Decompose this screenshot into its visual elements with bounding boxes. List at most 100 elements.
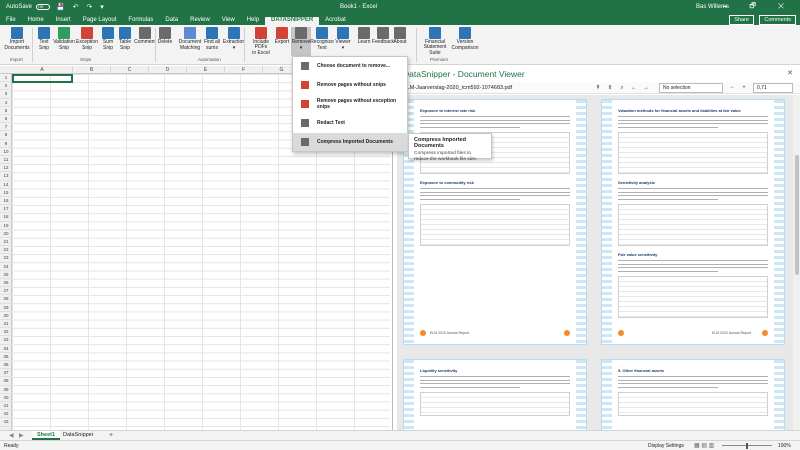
row-header[interactable]: 39	[0, 386, 12, 394]
row-header[interactable]: 40	[0, 394, 12, 402]
menu-tab-review[interactable]: Review	[184, 17, 216, 25]
zoom-level-input[interactable]: 0,71	[753, 83, 793, 93]
sheet-tab-datasnipper[interactable]: DataSnipper	[58, 431, 99, 440]
ribbon-button-exception[interactable]: Exception Snip	[76, 27, 98, 56]
pdf-page[interactable]: Liquidity sensitivity	[403, 359, 587, 440]
row-header[interactable]: 17	[0, 205, 12, 214]
ribbon-button-validation[interactable]: Validation Snip	[53, 27, 75, 56]
viewer-scrollbar[interactable]	[793, 95, 800, 440]
zoom-out-icon[interactable]: −	[727, 84, 737, 92]
row-header[interactable]: 43	[0, 418, 12, 427]
ribbon-button-sum[interactable]: Sum Snip	[100, 27, 116, 56]
ribbon-button-viewer[interactable]: Viewer ▾	[334, 27, 352, 56]
page-down-icon[interactable]: ⇟	[605, 84, 615, 92]
row-header[interactable]: 36	[0, 361, 12, 370]
row-header[interactable]: 20	[0, 230, 12, 238]
page-up-icon[interactable]: ⇞	[593, 84, 603, 92]
row-header[interactable]: 7	[0, 123, 12, 132]
close-icon[interactable]: ✕	[787, 69, 793, 77]
row-header[interactable]: 10	[0, 148, 12, 156]
menu-tab-datasnipper[interactable]: DATASNIPPER	[265, 17, 320, 25]
menu-tab-acrobat[interactable]: Acrobat	[319, 17, 352, 25]
viewer-scroll-thumb[interactable]	[795, 155, 799, 275]
ribbon-button-about[interactable]: About	[393, 27, 407, 56]
row-header[interactable]: 16	[0, 197, 12, 206]
column-header-f[interactable]: F	[225, 66, 263, 74]
autosave-toggle[interactable]: Off	[36, 4, 51, 10]
pdf-page[interactable]: Valuation methods for financial assets a…	[601, 99, 785, 345]
back-arrow-icon[interactable]: ←	[629, 84, 639, 92]
menu-tab-insert[interactable]: Insert	[50, 17, 77, 25]
row-header[interactable]: 19	[0, 222, 12, 230]
ribbon-button-text[interactable]: Text Snip	[36, 27, 52, 56]
row-header[interactable]: 2	[0, 82, 12, 91]
dropdown-item-remove-pages-without-snips[interactable]: Remove pages without snips	[293, 76, 409, 94]
row-header[interactable]: 38	[0, 377, 12, 386]
row-header[interactable]: 23	[0, 254, 12, 263]
ribbon-button-extraction[interactable]: Extraction ▾	[222, 27, 246, 56]
row-header[interactable]: 13	[0, 172, 12, 181]
row-header[interactable]: 6	[0, 115, 12, 124]
zoom-slider-thumb[interactable]	[746, 443, 748, 449]
dropdown-item-compress-imported-documents[interactable]: Compress Imported Documents	[293, 133, 409, 151]
sheet-nav-right-icon[interactable]: ▶	[14, 431, 29, 440]
ribbon-button-delete[interactable]: Delete	[157, 27, 173, 56]
ribbon-button-find-all[interactable]: Find all sums	[203, 27, 221, 56]
menu-tab-home[interactable]: Home	[22, 17, 50, 25]
ribbon-button-remove[interactable]: Remove ▾	[291, 27, 311, 56]
row-header[interactable]: 41	[0, 402, 12, 411]
row-header[interactable]: 28	[0, 295, 12, 304]
row-header[interactable]: 11	[0, 156, 12, 165]
menu-tab-data[interactable]: Data	[159, 17, 184, 25]
menu-tab-view[interactable]: View	[216, 17, 241, 25]
row-header[interactable]: 34	[0, 345, 12, 353]
row-header[interactable]: 5	[0, 107, 12, 115]
active-cell[interactable]	[12, 74, 73, 83]
ribbon-button-export[interactable]: Export	[274, 27, 290, 56]
forward-arrow-icon[interactable]: →	[641, 84, 651, 92]
share-button[interactable]: Share	[729, 15, 754, 25]
add-sheet-button[interactable]: +	[104, 431, 118, 440]
dropdown-item-choose-document-to-remove[interactable]: Choose document to remove...	[293, 57, 409, 75]
row-header[interactable]: 15	[0, 189, 12, 197]
row-header[interactable]: 22	[0, 246, 12, 255]
selection-dropdown[interactable]: No selection	[659, 83, 723, 93]
row-header[interactable]: 42	[0, 410, 12, 419]
row-header[interactable]: 29	[0, 304, 12, 312]
row-header[interactable]: 26	[0, 279, 12, 288]
row-header[interactable]: 8	[0, 131, 12, 140]
row-header[interactable]: 32	[0, 328, 12, 337]
ribbon-button-comment[interactable]: Comment	[134, 27, 156, 56]
ribbon-button-feedback[interactable]: Feedback	[372, 27, 394, 56]
viewer-file-name[interactable]: ELM-Jaarverslag-2020_tcm592-1074683.pdf	[403, 85, 512, 91]
row-header[interactable]: 9	[0, 140, 12, 148]
dropdown-item-redact-text[interactable]: Redact Text	[293, 114, 409, 132]
column-header-a[interactable]: A	[12, 66, 73, 74]
ribbon-button-learn[interactable]: Learn	[356, 27, 372, 56]
row-header[interactable]: 24	[0, 263, 12, 271]
row-header[interactable]: 14	[0, 181, 12, 189]
view-mode-icons[interactable]: ▦ ▤ ▥	[694, 442, 714, 449]
column-header-e[interactable]: E	[187, 66, 225, 74]
dropdown-item-remove-pages-without-exception-snips[interactable]: Remove pages without exception snips	[293, 95, 409, 113]
comments-button[interactable]: Comments	[759, 15, 796, 25]
row-header[interactable]: 31	[0, 320, 12, 329]
row-header[interactable]: 1	[0, 74, 12, 83]
search-icon[interactable]: ⌕	[617, 84, 627, 92]
row-header[interactable]: 30	[0, 312, 12, 320]
sheet-tab-sheet1[interactable]: Sheet1	[32, 431, 61, 440]
row-header[interactable]: 25	[0, 271, 12, 279]
row-header[interactable]: 35	[0, 353, 12, 361]
ribbon-button-include-pdfs[interactable]: Include PDFs in Excel	[248, 27, 274, 56]
zoom-in-icon[interactable]: +	[739, 84, 749, 92]
row-header[interactable]: 4	[0, 99, 12, 107]
quick-access-icons[interactable]: 💾 ↶ ↷ ▾	[56, 3, 107, 11]
row-header[interactable]: 37	[0, 369, 12, 378]
menu-tab-file[interactable]: File	[0, 17, 22, 25]
ribbon-button-table[interactable]: Table Snip	[117, 27, 133, 56]
window-controls[interactable]: 🗕 🗗 ✕	[723, 2, 794, 13]
row-header[interactable]: 12	[0, 164, 12, 173]
row-header[interactable]: 27	[0, 287, 12, 296]
row-header[interactable]: 3	[0, 90, 12, 99]
display-settings[interactable]: Display Settings	[648, 443, 684, 449]
